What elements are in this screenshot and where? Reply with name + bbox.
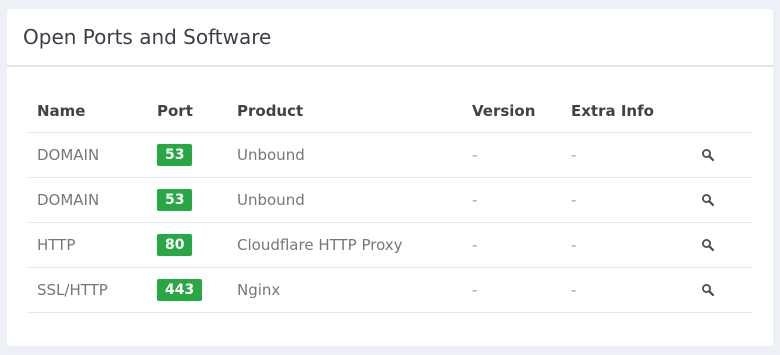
header-actions (691, 90, 752, 133)
cell-port: 53 (147, 132, 227, 178)
table-row: DOMAIN 53 Unbound - - (27, 177, 752, 223)
cell-product: Unbound (227, 132, 462, 178)
table-row: HTTP 80 Cloudflare HTTP Proxy - - (27, 222, 752, 268)
header-name: Name (27, 90, 147, 133)
search-icon[interactable] (701, 283, 715, 297)
cell-name: SSL/HTTP (27, 267, 147, 313)
header-port: Port (147, 90, 227, 133)
port-badge: 80 (157, 233, 193, 256)
cell-action (691, 222, 752, 268)
table-row: SSL/HTTP 443 Nginx - - (27, 267, 752, 313)
table-row: DOMAIN 53 Unbound - - (27, 132, 752, 178)
cell-name: DOMAIN (27, 132, 147, 178)
cell-action (691, 267, 752, 313)
cell-version: - (462, 132, 561, 178)
table-header-row: Name Port Product Version Extra Info (27, 90, 752, 133)
cell-name: DOMAIN (27, 177, 147, 223)
cell-port: 80 (147, 222, 227, 268)
cell-product: Nginx (227, 267, 462, 313)
port-badge: 53 (157, 188, 193, 211)
port-badge: 443 (157, 278, 203, 301)
cell-extra-info: - (561, 222, 691, 268)
ports-table: Name Port Product Version Extra Info DOM… (27, 90, 752, 313)
cell-extra-info: - (561, 132, 691, 178)
cell-action (691, 177, 752, 223)
search-icon[interactable] (701, 238, 715, 252)
cell-extra-info: - (561, 267, 691, 313)
header-version: Version (462, 90, 561, 133)
open-ports-panel: Open Ports and Software Name Port Produc… (7, 9, 773, 346)
cell-name: HTTP (27, 222, 147, 268)
cell-version: - (462, 267, 561, 313)
cell-version: - (462, 177, 561, 223)
cell-product: Unbound (227, 177, 462, 223)
header-extra-info: Extra Info (561, 90, 691, 133)
panel-title: Open Ports and Software (23, 25, 272, 49)
search-icon[interactable] (701, 193, 715, 207)
cell-version: - (462, 222, 561, 268)
header-product: Product (227, 90, 462, 133)
cell-action (691, 132, 752, 178)
port-badge: 53 (157, 143, 193, 166)
panel-header: Open Ports and Software (7, 9, 773, 67)
cell-product: Cloudflare HTTP Proxy (227, 222, 462, 268)
search-icon[interactable] (701, 148, 715, 162)
cell-extra-info: - (561, 177, 691, 223)
cell-port: 443 (147, 267, 227, 313)
cell-port: 53 (147, 177, 227, 223)
